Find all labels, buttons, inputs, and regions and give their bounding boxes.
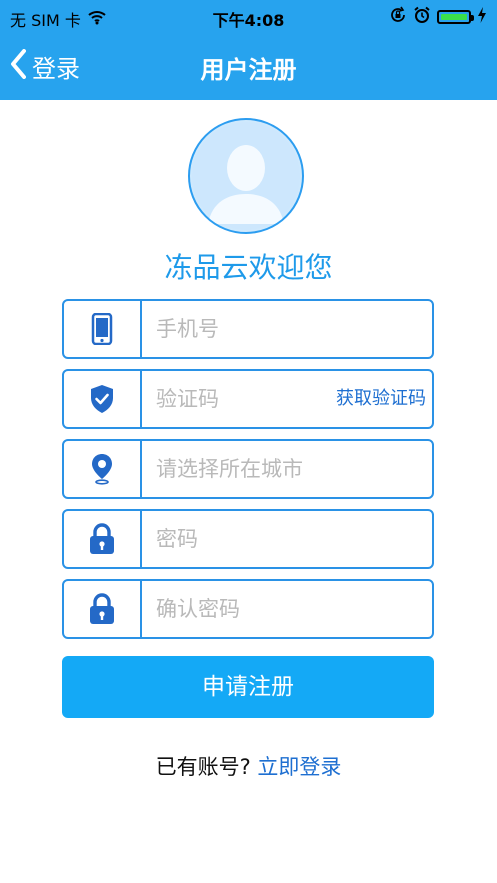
alarm-icon	[413, 6, 431, 28]
orientation-lock-icon	[389, 6, 407, 28]
phone-input[interactable]	[156, 301, 416, 357]
city-input[interactable]	[156, 441, 416, 497]
login-prompt-text: 已有账号?	[155, 755, 251, 779]
lock-icon	[64, 581, 140, 637]
field-divider	[140, 301, 142, 357]
status-right	[389, 6, 487, 28]
page-title: 用户注册	[200, 56, 297, 84]
login-prompt: 已有账号? 立即登录	[0, 751, 497, 781]
confirm-password-field	[62, 579, 434, 639]
login-link[interactable]: 立即登录	[257, 755, 341, 779]
register-button[interactable]: 申请注册	[62, 656, 434, 718]
phone-field	[62, 299, 434, 359]
password-input[interactable]	[156, 511, 416, 567]
phone-icon	[64, 301, 140, 357]
get-code-button[interactable]: 获取验证码	[336, 371, 426, 427]
lock-icon	[64, 511, 140, 567]
status-bar: 无 SIM 卡 下午4:08	[0, 0, 497, 34]
field-divider	[140, 371, 142, 427]
field-divider	[140, 581, 142, 637]
city-field[interactable]	[62, 439, 434, 499]
battery-icon	[437, 10, 474, 24]
welcome-text: 冻品云欢迎您	[164, 251, 333, 284]
charging-bolt-icon	[477, 7, 487, 27]
verification-code-field: 获取验证码	[62, 369, 434, 429]
shield-check-icon	[64, 371, 140, 427]
verification-code-input[interactable]	[156, 371, 306, 427]
user-silhouette-icon	[192, 122, 300, 230]
field-divider	[140, 441, 142, 497]
location-pin-icon	[64, 441, 140, 497]
avatar	[188, 118, 304, 234]
confirm-password-input[interactable]	[156, 581, 416, 637]
password-field	[62, 509, 434, 569]
nav-bar: 登录 用户注册	[0, 34, 497, 100]
field-divider	[140, 511, 142, 567]
